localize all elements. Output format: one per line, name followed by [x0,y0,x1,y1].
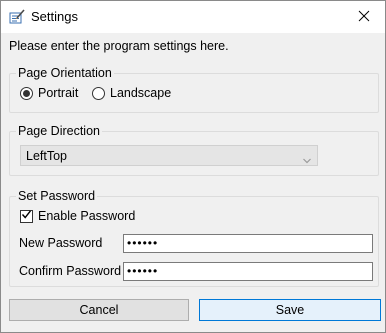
page-direction-group: Page Direction LeftTop [9,124,379,176]
select-value: LeftTop [26,149,68,163]
set-password-group: Set Password Enable Password New Passwor… [9,189,379,287]
new-password-label: New Password [19,236,103,250]
enable-password-checkbox[interactable] [20,209,33,223]
radio-button[interactable] [20,86,33,100]
group-title: Set Password [16,189,98,203]
confirm-password-input[interactable]: •••••• [123,262,373,281]
close-button[interactable] [343,1,385,33]
enable-password-checkbox-row[interactable]: Enable Password [20,209,135,223]
intro-text: Please enter the program settings here. [9,39,229,53]
check-icon [21,209,32,223]
page-direction-select[interactable]: LeftTop [20,145,318,166]
radio-label: Landscape [110,86,172,100]
close-icon [358,10,370,25]
chevron-down-icon [303,153,311,164]
group-title: Page Direction [16,124,102,138]
radio-button[interactable] [92,86,105,100]
radio-label: Portrait [38,86,79,100]
radio-landscape[interactable]: Landscape [92,86,171,100]
settings-app-icon [9,9,25,25]
save-button[interactable]: Save [199,299,381,321]
checkbox-label: Enable Password [38,209,136,223]
window-title: Settings [31,9,78,24]
radio-portrait[interactable]: Portrait [20,86,78,100]
new-password-input[interactable]: •••••• [123,234,373,253]
page-orientation-group: Page Orientation Portrait Landscape [9,66,379,113]
group-title: Page Orientation [16,66,114,80]
settings-window: Settings Please enter the program settin… [0,0,386,333]
confirm-password-label: Confirm Password [19,264,122,278]
title-bar[interactable]: Settings [1,1,385,33]
cancel-button[interactable]: Cancel [9,299,189,321]
